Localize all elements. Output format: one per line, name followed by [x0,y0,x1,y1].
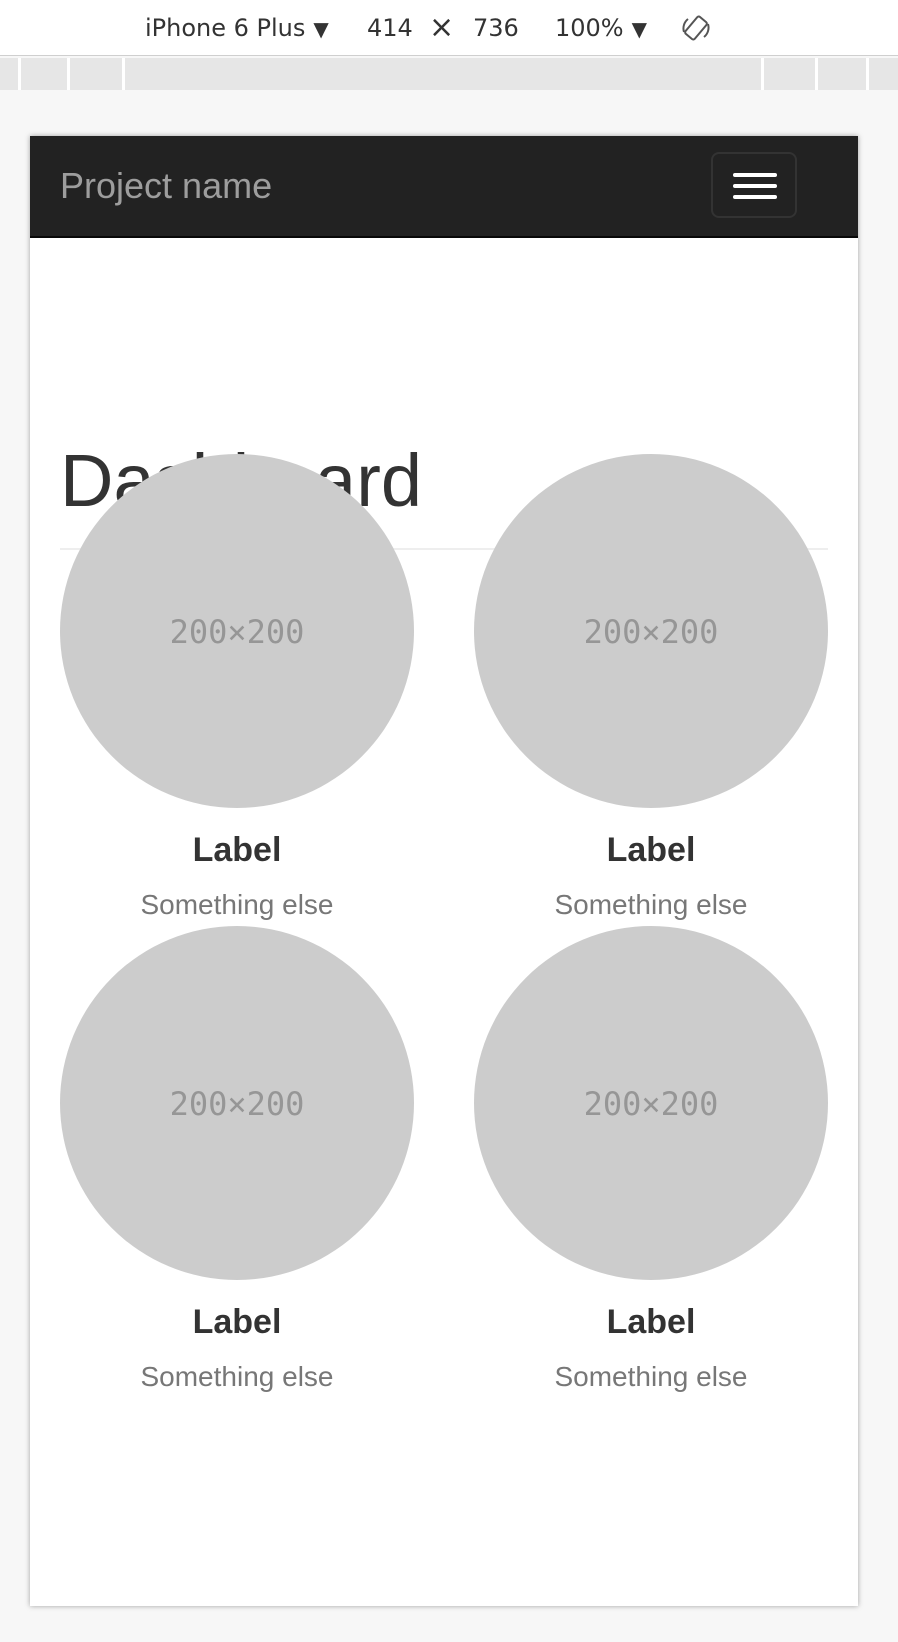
hamburger-menu-icon [733,195,777,199]
rotate-icon [682,15,710,41]
placeholder-subtext: Something else [554,889,748,920]
navbar-toggle-button[interactable] [711,152,797,218]
placeholder-subtext: Something else [554,1361,748,1392]
ruler-tick [815,58,818,90]
viewport-height-field[interactable]: 736 [473,12,519,44]
placeholder-subtext: Something else [140,889,334,920]
ruler-tick [761,58,764,90]
placeholder-label: Label [606,1303,696,1341]
chevron-down-icon: ▼ [313,17,329,41]
zoom-select[interactable]: 100% ▼ [555,12,647,45]
hamburger-menu-icon [733,173,777,177]
device-select[interactable]: iPhone 6 Plus ▼ [145,12,329,45]
placeholder-card: 200×200 Label Something else [60,926,414,1394]
placeholder-label: Label [192,831,282,869]
placeholder-card: 200×200 Label Something else [474,454,828,922]
device-name: iPhone 6 Plus [145,14,306,42]
device-viewport: Project name Dashboard 200×200 Label Som… [30,136,858,1606]
placeholder-image: 200×200 [60,926,414,1280]
placeholder-card: 200×200 Label Something else [474,926,828,1394]
zoom-value: 100% [555,14,624,42]
placeholder-label: Label [606,831,696,869]
rotate-button[interactable] [680,12,712,52]
media-query-ruler [0,58,898,90]
viewport-width-field[interactable]: 414 [367,12,413,44]
placeholder-image: 200×200 [474,926,828,1280]
navbar: Project name [30,136,858,238]
placeholder-image-text: 200×200 [169,613,305,651]
chevron-down-icon: ▼ [631,17,648,41]
placeholder-image-text: 200×200 [169,1085,305,1123]
placeholder-label: Label [192,1303,282,1341]
ruler-tick [67,58,70,90]
placeholder-image-text: 200×200 [583,613,719,651]
placeholder-image: 200×200 [474,454,828,808]
ruler-tick [122,58,125,90]
placeholder-subtext: Something else [140,1361,334,1392]
hamburger-menu-icon [733,184,777,188]
ruler-tick [18,58,21,90]
devtools-device-toolbar: iPhone 6 Plus ▼ 414 × 736 100% ▼ [0,0,898,56]
times-icon: × [429,10,455,45]
ruler-tick [866,58,869,90]
placeholder-image-text: 200×200 [583,1085,719,1123]
placeholder-image: 200×200 [60,454,414,808]
placeholder-card: 200×200 Label Something else [60,454,414,922]
navbar-brand[interactable]: Project name [60,164,272,208]
